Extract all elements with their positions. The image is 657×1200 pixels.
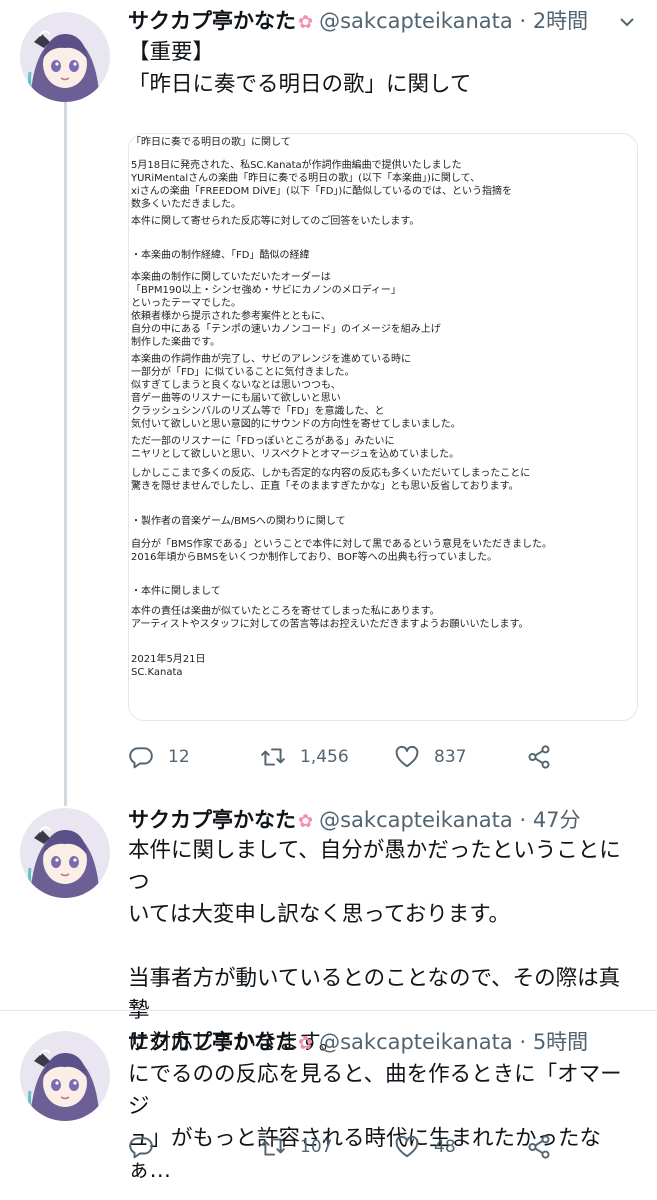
like-count: 48 [434,1137,456,1157]
retweet-icon [261,748,285,766]
doc-line: 自分の中にある「テンポの速いカノンコード」のイメージを組み上げ [131,324,441,335]
attached-document-image[interactable]: 「昨日に奏でる明日の歌」に関して 5月18日に発売された、私SC.Kanataが… [128,133,638,721]
user-handle[interactable]: @sakcapteikanata [319,1030,513,1054]
tweet-text-line: 【重要】 [128,40,215,65]
doc-line: 依頼者様から提示された参考案件とともに、 [131,311,331,322]
retweet-icon [261,1138,285,1156]
like-icon [395,1135,419,1158]
reply-count: 12 [168,747,190,767]
doc-line: 数多くいただきました。 [131,199,241,210]
reply-icon [129,1137,153,1159]
caret-down-icon[interactable] [617,12,637,32]
doc-line: 驚きを隠せませんでしたし、正直「そのまますぎたかな」とも思い反省しております。 [131,481,519,492]
retweet-count: 107 [300,1137,333,1157]
tweet[interactable]: サクカプ亭かなた ✿ @sakcapteikanata · 2時間 【重要】 「昨日… [0,0,657,800]
timestamp[interactable]: 2時間 [533,9,588,33]
thread-line [64,100,67,800]
doc-line: xiさんの楽曲「FREEDOM DiVE」(以下「FD」)に酷似しているのでは、… [131,186,513,197]
doc-line: 似すぎてしまうと良くないなとは思いつつも、 [131,380,341,391]
tweet-header: サクカプ亭かなた ✿ @sakcapteikanata · 5時間 [128,1027,588,1059]
cherry-blossom-emoji: ✿ [298,12,314,33]
doc-line: 自分が「BMS作家である」ということで本件に対して黒であるという意見をいただきま… [131,539,553,550]
thread-line [64,800,67,806]
doc-line: SC.Kanata [131,667,183,678]
display-name[interactable]: サクカプ亭かなた [128,9,296,33]
tweet[interactable]: サクカプ亭かなた ✿ @sakcapteikanata · 5時間 にでるのの反応を… [0,1011,657,1200]
timestamp[interactable]: 47分 [533,808,581,832]
tweet-header: サクカプ亭かなた ✿ @sakcapteikanata · 47分 [128,805,581,837]
display-name[interactable]: サクカプ亭かなた [128,808,296,832]
like-count: 837 [434,747,467,767]
cherry-blossom-emoji: ✿ [298,1033,314,1054]
avatar-image [20,1031,110,1121]
avatar-image [20,12,110,102]
share-icon [528,745,550,769]
avatar[interactable] [20,1031,110,1121]
doc-line: 本楽曲の作詞作曲が完了し、サビのアレンジを進めている時に [131,354,411,365]
doc-line: 「BPM190以上・シンセ強め・サビにカノンのメロディー」 [131,285,401,296]
avatar[interactable] [20,12,110,102]
share-button[interactable] [526,737,566,777]
like-button[interactable]: 837 [394,737,466,777]
tweet-text-line: 本件に関しまして、自分が愚かだったということにつ [128,838,621,895]
tweet-text-line: にでるのの反応を見ると、曲を作るときに「オマージ [128,1062,622,1119]
doc-line: ニヤリとして欲しいと思い、リスペクトとオマージュを込めていました。 [131,449,460,460]
doc-line: 本件の責任は楽曲が似ていたところを寄せてしまった私にあります。 [131,606,440,617]
doc-line: YURiMentalさんの楽曲「昨日に奏でる明日の歌」(以下「本楽曲」)に関して… [131,173,481,184]
doc-line: 制作した楽曲です。 [131,337,220,348]
doc-line: 5月18日に発売された、私SC.Kanataが作詞作曲編曲で提供いたしました [131,160,462,171]
doc-line: ・本楽曲の制作経緯、「FD」酷似の経緯 [131,250,310,261]
doc-line: 「昨日に奏でる明日の歌」に関して [131,137,291,148]
doc-line: しかしここまで多くの反応、しかも否定的な内容の反応も多くいただいてしまったことに [131,468,531,479]
cherry-blossom-emoji: ✿ [298,811,314,832]
avatar-image [20,808,110,898]
doc-line: 2016年頃からBMSをいくつか制作しており、BOF等への出典も行っていました。 [131,552,498,563]
separator-dot: · [519,808,527,832]
doc-line: アーティストやスタッフに対しての苦言等はお控えいただきますようお願いいたします。 [131,619,529,630]
tweet-text-line [128,931,638,963]
retweet-button[interactable]: 1,456 [260,737,349,777]
doc-line: 音ゲー曲等のリスナーにも届いて欲しいと思い [131,393,341,404]
user-handle[interactable]: @sakcapteikanata [319,808,513,832]
doc-line: ・本件に関しまして [131,586,221,597]
reply-button[interactable] [128,1127,168,1167]
tweet-text-line: 「昨日に奏でる明日の歌」に関して [128,72,472,97]
display-name[interactable]: サクカプ亭かなた [128,1030,296,1054]
doc-line: 2021年5月21日 [131,654,206,665]
like-icon [395,745,419,768]
reply-button[interactable]: 12 [128,737,190,777]
share-icon [528,1135,550,1159]
tweet[interactable]: サクカプ亭かなた ✿ @sakcapteikanata · 47分 本件に関しまして… [0,800,657,1055]
retweet-count: 1,456 [300,747,349,767]
tweet-text-line: いては大変申し訳なく思っております。 [128,902,511,927]
doc-line: 気付いて欲しいと思い意図的にサウンドの方向性を寄せてしまいました。 [131,419,461,430]
retweet-button[interactable]: 107 [260,1127,332,1167]
tweet-actions: 107 48 [128,1127,638,1167]
like-button[interactable]: 48 [394,1127,456,1167]
tweet-text: 【重要】 「昨日に奏でる明日の歌」に関して [128,37,638,101]
tweet-text: にでるのの反応を見ると、曲を作るときに「オマージ ュ」がもっと許容される時代に生… [128,1059,638,1187]
doc-line: 本件に関して寄せられた反応等に対してのご回答をいたします。 [131,216,420,227]
tweet-header: サクカプ亭かなた ✿ @sakcapteikanata · 2時間 [128,6,588,38]
doc-line: といったテーマでした。 [131,298,241,309]
reply-icon [129,747,153,769]
doc-line: 一部分が「FD」に似ていることに気付きました。 [131,367,355,378]
doc-line: ただ一部のリスナーに「FDっぽいところがある」みたいに [131,436,395,447]
separator-dot: · [519,1030,527,1054]
user-handle[interactable]: @sakcapteikanata [319,9,513,33]
doc-line: ・製作者の音楽ゲーム/BMSへの関わりに関して [131,516,346,527]
share-button[interactable] [526,1127,566,1167]
tweet-actions: 12 1,456 837 [128,737,638,777]
separator-dot: · [519,9,527,33]
doc-line: 本楽曲の制作に関していただいたオーダーは [131,272,331,283]
avatar[interactable] [20,808,110,898]
doc-line: クラッシュシンバルのリズム等で「FD」を意識した、と [131,406,385,417]
timestamp[interactable]: 5時間 [533,1030,588,1054]
